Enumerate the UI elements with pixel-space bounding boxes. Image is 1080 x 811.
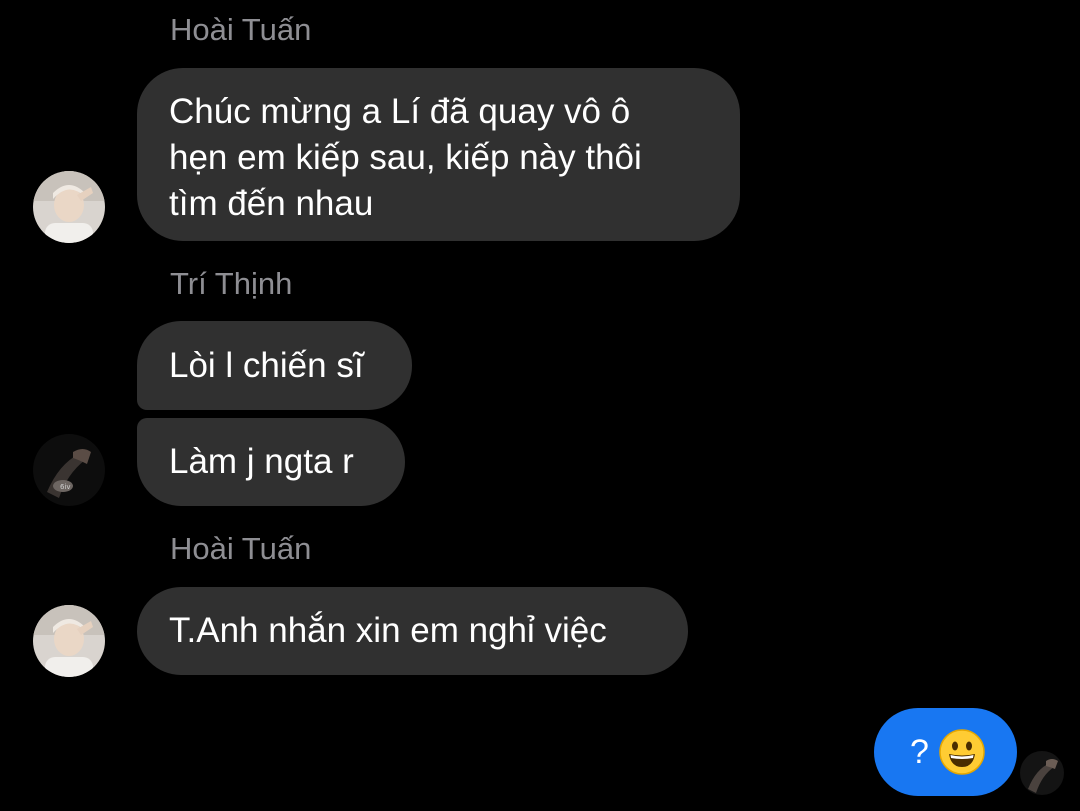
- message-text: Làm j ngta r: [169, 442, 354, 481]
- message-bubble[interactable]: Lòi l chiến sĩ: [137, 321, 412, 410]
- message-text: Lòi l chiến sĩ: [169, 345, 364, 385]
- message-line: tìm đến nhau: [169, 184, 374, 223]
- avatar-tri-thinh[interactable]: 6iv: [33, 434, 105, 506]
- message-text: T.Anh nhắn xin em nghỉ việc: [169, 611, 607, 650]
- avatar-hoai-tuan[interactable]: [33, 605, 105, 677]
- message-line: hẹn em kiếp sau, kiếp này thôi: [169, 138, 642, 177]
- avatar-hoai-tuan[interactable]: [33, 171, 105, 243]
- message-bubble[interactable]: Làm j ngta r: [137, 418, 405, 506]
- seen-indicator-avatar: [1020, 751, 1064, 795]
- svg-text:6iv: 6iv: [60, 483, 71, 491]
- grinning-face-icon: [939, 729, 985, 775]
- sender-name: Hoài Tuấn: [170, 12, 312, 47]
- message-bubble[interactable]: T.Anh nhắn xin em nghỉ việc: [137, 587, 688, 675]
- message-bubble[interactable]: Chúc mừng a Lí đã quay vô ô hẹn em kiếp …: [137, 68, 740, 241]
- message-line: Chúc mừng a Lí đã quay vô ô: [169, 92, 631, 131]
- sender-name: Trí Thịnh: [170, 266, 293, 301]
- outgoing-message-bubble[interactable]: ?: [874, 708, 1017, 796]
- sender-name: Hoài Tuấn: [170, 531, 312, 566]
- outgoing-message-text: ?: [910, 733, 929, 771]
